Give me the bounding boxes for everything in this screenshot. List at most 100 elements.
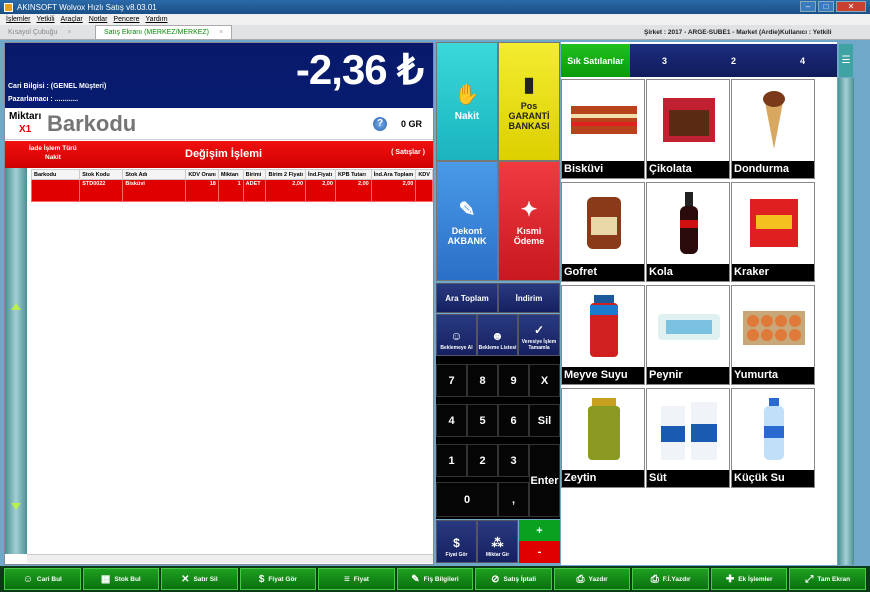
table-row[interactable]: STD0022 Bisküvi 18 1 ADET 2,00 2,00 2,00…: [30, 179, 433, 202]
key-1[interactable]: 1: [436, 444, 467, 477]
find-stock-button[interactable]: ▦ Stok Bul: [82, 568, 160, 590]
col-header[interactable]: KDV Oranı: [185, 169, 219, 180]
receipt-payment-button[interactable]: ✎ Dekont AKBANK: [436, 161, 498, 281]
credit-icon: ✓: [533, 323, 545, 337]
cash-hand-icon: ✋: [454, 83, 480, 106]
fullscreen-button[interactable]: ⤢ Tam Ekran: [789, 568, 867, 590]
scroll-up-icon[interactable]: [11, 303, 21, 310]
print-invoice-button[interactable]: ⎙ F.İ.Yazdır: [632, 568, 709, 590]
menu-araclar[interactable]: Araçlar: [61, 16, 83, 23]
price-check-button[interactable]: $ Fiyat Gör: [436, 520, 477, 563]
menu-pencere[interactable]: Pencere: [113, 16, 139, 23]
barcode-input[interactable]: [47, 110, 367, 138]
find-customer-button[interactable]: ☺ Cari Bul: [4, 568, 81, 590]
key-5[interactable]: 5: [467, 404, 498, 437]
product-sut[interactable]: Süt: [646, 388, 730, 488]
col-header[interactable]: Birimi: [242, 169, 267, 180]
cancel-sale-button[interactable]: ⊘ Satış İptali: [475, 568, 552, 590]
product-kraker[interactable]: Kraker: [731, 182, 815, 282]
view-price-button[interactable]: $ Fiyat Gör: [239, 568, 317, 590]
tab-page-2[interactable]: 2: [699, 44, 768, 77]
price-button[interactable]: ≡ Fiyat: [318, 568, 395, 590]
fullscreen-icon: ⤢: [805, 573, 814, 585]
enter-quantity-button[interactable]: ⁂ Miktar Gir: [477, 520, 518, 563]
key-2[interactable]: 2: [467, 444, 498, 477]
subtotal-button[interactable]: Ara Toplam: [436, 283, 498, 313]
col-header[interactable]: İnd.Fiyatı: [305, 169, 336, 180]
help-icon[interactable]: ?: [373, 117, 387, 131]
pos-payment-button[interactable]: ▮ Pos GARANTİ BANKASI: [498, 42, 560, 161]
col-header[interactable]: Barkodu: [30, 169, 81, 180]
key-9[interactable]: 9: [498, 364, 529, 397]
key-comma[interactable]: ,: [498, 482, 529, 517]
print-button[interactable]: ⎙ Yazdır: [553, 568, 631, 590]
key-6[interactable]: 6: [498, 404, 529, 437]
hamburger-menu-icon[interactable]: ☰: [839, 44, 853, 77]
key-4[interactable]: 4: [436, 404, 467, 437]
horizontal-scrollbar[interactable]: [27, 554, 433, 563]
product-zeytin[interactable]: Zeytin: [561, 388, 645, 488]
product-name: Süt: [647, 470, 729, 487]
product-dondurma[interactable]: Dondurma: [731, 79, 815, 179]
hold-list-button[interactable]: ☻ Bekleme Listesi: [477, 314, 518, 356]
left-scroll-strip[interactable]: [5, 168, 27, 554]
increase-button[interactable]: +: [519, 520, 560, 541]
salesperson-info[interactable]: Pazarlamacı : ............: [8, 96, 78, 103]
product-meyve-suyu[interactable]: Meyve Suyu: [561, 285, 645, 385]
maximize-button[interactable]: □: [818, 1, 834, 12]
key-7[interactable]: 7: [436, 364, 467, 397]
menu-notlar[interactable]: Notlar: [89, 16, 108, 23]
scroll-down-icon[interactable]: [11, 503, 21, 510]
items-grid: Barkodu Stok Kodu Stok Adı KDV Oranı Mik…: [5, 168, 433, 564]
tab-page-3[interactable]: 3: [630, 44, 699, 77]
total-amount: -2,36 ₺: [295, 46, 424, 93]
tab-favorites[interactable]: Sık Satılanlar: [561, 44, 630, 77]
menu-yetkili[interactable]: Yetkili: [37, 16, 55, 23]
tab-satis-ekrani[interactable]: Satış Ekranı (MERKEZ/MERKEZ) ×: [95, 25, 233, 39]
extra-actions-button[interactable]: ✚ Ek İşlemler: [710, 568, 788, 590]
partial-payment-button[interactable]: ✦ Kısmi Ödeme: [498, 161, 560, 281]
right-scroll-strip[interactable]: [838, 78, 854, 565]
key-multiply[interactable]: X: [529, 364, 560, 397]
receipt-icon: ✎: [458, 198, 476, 221]
cell-kdv2: [415, 179, 433, 202]
product-peynir[interactable]: Peynir: [646, 285, 730, 385]
tab-kisayol[interactable]: Kısayol Çubuğu ×: [0, 25, 95, 39]
cell-miktar: 1: [217, 179, 244, 202]
key-delete[interactable]: Sil: [529, 404, 560, 437]
menu-yardim[interactable]: Yardım: [146, 16, 168, 23]
product-gofret[interactable]: Gofret: [561, 182, 645, 282]
tab-page-4[interactable]: 4: [768, 44, 837, 77]
col-header[interactable]: İnd.Ara Toplam: [370, 169, 417, 180]
customer-info[interactable]: Cari Bilgisi : (GENEL Müşteri): [8, 83, 106, 90]
key-3[interactable]: 3: [498, 444, 529, 477]
col-header[interactable]: Birim 2 Fiyatı: [265, 169, 307, 180]
product-kola[interactable]: Kola: [646, 182, 730, 282]
credit-complete-button[interactable]: ✓ Veresiye İşlem Tamamla: [518, 314, 560, 356]
product-biskuvi[interactable]: Bisküvi: [561, 79, 645, 179]
product-yumurta[interactable]: Yumurta: [731, 285, 815, 385]
product-kucuk-su[interactable]: Küçük Su: [731, 388, 815, 488]
key-enter[interactable]: Enter: [529, 444, 560, 517]
return-type-value[interactable]: Nakit: [45, 154, 61, 161]
receipt-info-button[interactable]: ✎ Fiş Bilgileri: [396, 568, 474, 590]
menu-islemler[interactable]: İşlemler: [6, 16, 31, 23]
col-header[interactable]: KPB Tutarı: [334, 169, 372, 180]
col-header[interactable]: Miktarı: [217, 169, 244, 180]
sales-link[interactable]: ( Satışlar ): [391, 149, 425, 156]
product-cikolata[interactable]: Çikolata: [646, 79, 730, 179]
col-header[interactable]: Stok Adı: [122, 169, 187, 180]
cash-payment-button[interactable]: ✋ Nakit: [436, 42, 498, 161]
tab-close-icon[interactable]: ×: [67, 29, 71, 36]
key-0[interactable]: 0: [436, 482, 498, 517]
delete-row-button[interactable]: ✕ Satır Sil: [161, 568, 238, 590]
tab-close-icon[interactable]: ×: [219, 29, 223, 36]
discount-button[interactable]: İndirim: [498, 283, 560, 313]
decrease-button[interactable]: -: [519, 541, 560, 563]
hold-button[interactable]: ☺ Beklemeye Al: [436, 314, 477, 356]
close-button[interactable]: ✕: [836, 1, 866, 12]
key-8[interactable]: 8: [467, 364, 498, 397]
col-header[interactable]: Stok Kodu: [79, 169, 124, 180]
col-header[interactable]: KDV: [415, 169, 433, 180]
minimize-button[interactable]: –: [800, 1, 816, 12]
